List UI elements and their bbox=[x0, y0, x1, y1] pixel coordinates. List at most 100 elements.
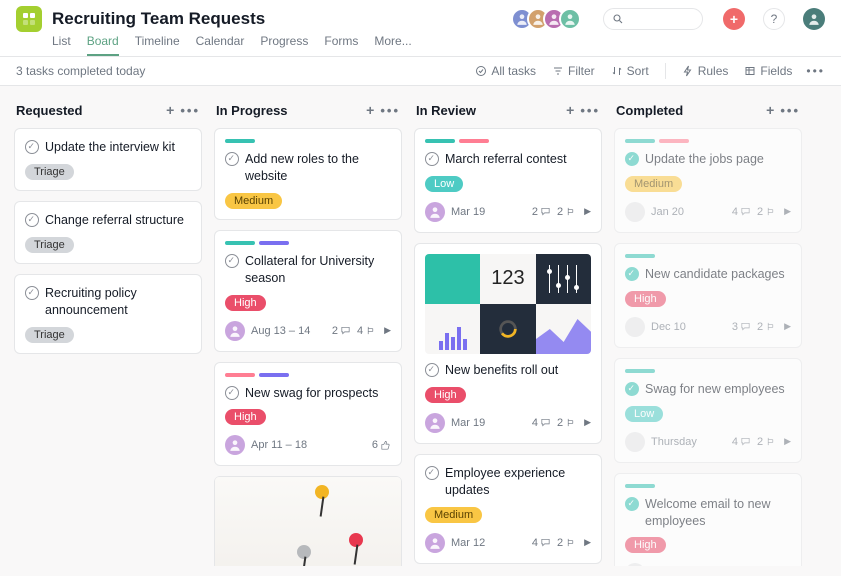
card[interactable]: Recruiting policy announcement Triage bbox=[14, 274, 202, 354]
complete-checkbox[interactable] bbox=[425, 152, 439, 166]
card[interactable]: Collateral for University season High Au… bbox=[214, 230, 402, 352]
complete-checkbox[interactable] bbox=[25, 213, 39, 227]
rules-button[interactable]: Rules bbox=[682, 64, 729, 78]
assignee-avatar[interactable] bbox=[425, 413, 445, 433]
complete-checkbox[interactable] bbox=[225, 254, 239, 268]
card[interactable]: March referral contest Low Mar 19 2 2 ▶ bbox=[414, 128, 602, 233]
assignee-avatar[interactable] bbox=[225, 321, 245, 341]
comment-icon bbox=[740, 321, 751, 332]
caret-icon: ▶ bbox=[384, 325, 391, 336]
tab-timeline[interactable]: Timeline bbox=[135, 34, 180, 56]
column-requested: Requested + ••• Update the interview kit… bbox=[14, 98, 202, 364]
card[interactable]: Swag for new employees Low Thursday 4 2 … bbox=[614, 358, 802, 463]
card[interactable]: Employee experience updates Medium Mar 1… bbox=[414, 454, 602, 564]
search-icon bbox=[612, 13, 624, 25]
card-title: Change referral structure bbox=[45, 212, 184, 229]
card[interactable]: New swag for prospects High Apr 11 – 18 … bbox=[214, 362, 402, 467]
priority-pill: Medium bbox=[425, 507, 482, 523]
card-title: Collateral for University season bbox=[245, 253, 391, 287]
complete-checkbox[interactable] bbox=[625, 267, 639, 281]
complete-checkbox[interactable] bbox=[25, 140, 39, 154]
page-title: Recruiting Team Requests bbox=[52, 9, 265, 29]
assignee-avatar[interactable] bbox=[425, 533, 445, 553]
tab-calendar[interactable]: Calendar bbox=[196, 34, 245, 56]
more-icon[interactable]: ••• bbox=[806, 64, 825, 78]
tab-progress[interactable]: Progress bbox=[260, 34, 308, 56]
comment-icon bbox=[340, 325, 351, 336]
tab-more[interactable]: More... bbox=[374, 34, 411, 56]
assignee-avatar[interactable] bbox=[625, 432, 645, 452]
comment-icon bbox=[740, 436, 751, 447]
project-icon bbox=[16, 6, 42, 32]
filter-button[interactable]: Filter bbox=[552, 64, 595, 78]
column-more-icon[interactable]: ••• bbox=[580, 103, 600, 118]
add-button[interactable]: + bbox=[723, 8, 745, 30]
card-title: Update the interview kit bbox=[45, 139, 175, 156]
card[interactable]: Change referral structure Triage bbox=[14, 201, 202, 264]
due-date: Aug 13 – 14 bbox=[251, 325, 310, 337]
subtask-count: 2 bbox=[557, 537, 576, 549]
comment-count: 4 bbox=[532, 417, 551, 429]
kanban-board: Requested + ••• Update the interview kit… bbox=[0, 86, 841, 566]
priority-pill: High bbox=[625, 291, 666, 307]
complete-checkbox[interactable] bbox=[625, 382, 639, 396]
column-header: Requested + ••• bbox=[14, 98, 202, 128]
card[interactable]: Welcome email to new employees High Dec … bbox=[614, 473, 802, 566]
caret-icon: ▶ bbox=[584, 206, 591, 217]
complete-checkbox[interactable] bbox=[225, 152, 239, 166]
fields-button[interactable]: Fields bbox=[744, 64, 792, 78]
card[interactable]: Update the jobs page Medium Jan 20 4 2 ▶ bbox=[614, 128, 802, 233]
app-header: Recruiting Team Requests + ? List Board … bbox=[0, 0, 841, 57]
add-card-button[interactable]: + bbox=[766, 102, 774, 118]
assignee-avatar[interactable] bbox=[625, 317, 645, 337]
card[interactable] bbox=[214, 476, 402, 566]
assignee-avatar[interactable] bbox=[425, 202, 445, 222]
card[interactable]: 123 New benefits roll out High Mar 19 4 … bbox=[414, 243, 602, 444]
column-more-icon[interactable]: ••• bbox=[380, 103, 400, 118]
search-input[interactable] bbox=[603, 8, 703, 30]
card[interactable]: Update the interview kit Triage bbox=[14, 128, 202, 191]
assignee-avatar[interactable] bbox=[625, 563, 645, 566]
complete-checkbox[interactable] bbox=[425, 466, 439, 480]
member-avatars[interactable] bbox=[517, 8, 581, 30]
assignee-avatar[interactable] bbox=[625, 202, 645, 222]
caret-icon: ▶ bbox=[784, 206, 791, 217]
like-icon bbox=[380, 440, 391, 451]
sort-button[interactable]: Sort bbox=[611, 64, 649, 78]
complete-checkbox[interactable] bbox=[225, 386, 239, 400]
column-more-icon[interactable]: ••• bbox=[180, 103, 200, 118]
subtask-icon bbox=[765, 321, 776, 332]
column-header: In Review + ••• bbox=[414, 98, 602, 128]
card-title: New benefits roll out bbox=[445, 362, 558, 379]
caret-icon: ▶ bbox=[584, 537, 591, 548]
like-count: 6 bbox=[372, 439, 391, 451]
my-avatar[interactable] bbox=[803, 8, 825, 30]
check-circle-icon bbox=[475, 65, 487, 77]
subtask-count: 2 bbox=[557, 206, 576, 218]
priority-pill: Triage bbox=[25, 327, 74, 343]
tab-forms[interactable]: Forms bbox=[324, 34, 358, 56]
add-card-button[interactable]: + bbox=[566, 102, 574, 118]
assignee-avatar[interactable] bbox=[225, 435, 245, 455]
add-card-button[interactable]: + bbox=[366, 102, 374, 118]
complete-checkbox[interactable] bbox=[625, 497, 639, 511]
column-more-icon[interactable]: ••• bbox=[780, 103, 800, 118]
add-card-button[interactable]: + bbox=[166, 102, 174, 118]
cover-image bbox=[215, 477, 401, 566]
complete-checkbox[interactable] bbox=[25, 286, 39, 300]
due-date: Mar 12 bbox=[451, 537, 485, 549]
card[interactable]: New candidate packages High Dec 10 3 2 ▶ bbox=[614, 243, 802, 348]
complete-checkbox[interactable] bbox=[425, 363, 439, 377]
tab-board[interactable]: Board bbox=[87, 34, 119, 56]
due-date: Dec 10 bbox=[651, 321, 686, 333]
subtask-icon bbox=[765, 436, 776, 447]
subtask-icon bbox=[565, 417, 576, 428]
complete-checkbox[interactable] bbox=[625, 152, 639, 166]
due-date: Apr 11 – 18 bbox=[251, 439, 307, 451]
column-header: In Progress + ••• bbox=[214, 98, 402, 128]
help-button[interactable]: ? bbox=[763, 8, 785, 30]
tab-list[interactable]: List bbox=[52, 34, 71, 56]
all-tasks-button[interactable]: All tasks bbox=[475, 64, 536, 78]
fields-icon bbox=[744, 65, 756, 77]
card[interactable]: Add new roles to the website Medium bbox=[214, 128, 402, 220]
